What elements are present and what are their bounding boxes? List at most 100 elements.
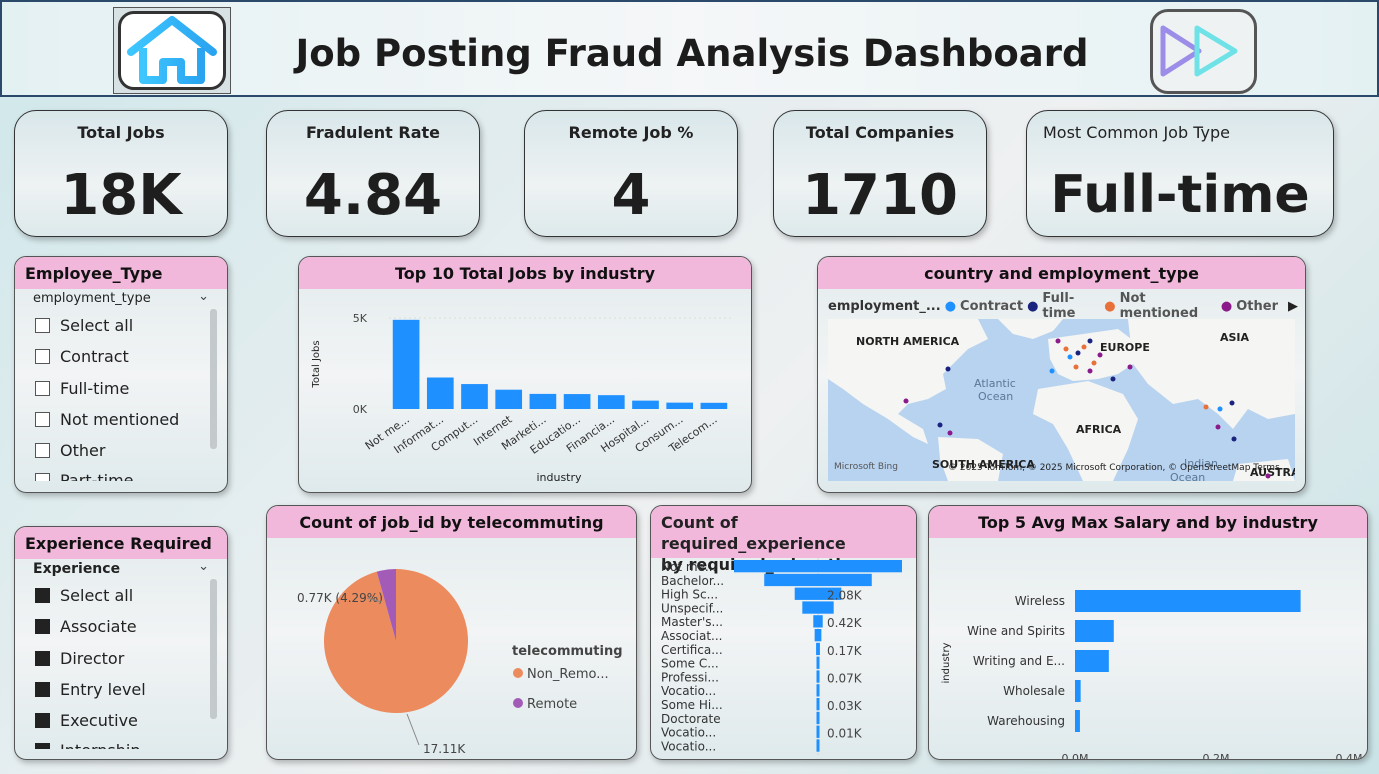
legend-label: Other (1236, 298, 1278, 314)
country-map-panel: country and employment_type employment_.… (817, 256, 1306, 493)
slicer-field-label: Experience (33, 561, 121, 577)
slicer-item-select-all[interactable]: Select all (35, 586, 133, 605)
data-label: (95.71%) (423, 759, 478, 760)
funnel-bar (816, 656, 820, 669)
kpi-value: 4.84 (303, 163, 443, 228)
checkbox[interactable] (35, 651, 50, 666)
slicer-item-part-time[interactable]: Part-time (35, 471, 134, 481)
data-label: 17.11K (423, 742, 466, 756)
checkbox[interactable] (35, 318, 50, 333)
slicer-clip: Part-time (15, 467, 227, 481)
checkbox[interactable] (35, 443, 50, 458)
data-label: 0.17K (827, 644, 863, 658)
funnel-bar (816, 725, 820, 738)
checkbox[interactable] (35, 619, 50, 634)
category-label: Some Hi... (661, 698, 723, 712)
funnel-bar (734, 560, 902, 573)
map-attribution: © 2025 TomTom, © 2025 Microsoft Corporat… (948, 463, 1280, 473)
data-label: 0.42K (827, 616, 863, 630)
slicer-item-internship[interactable]: Internship (35, 741, 141, 749)
slicer-item-entry-level[interactable]: Entry level (35, 680, 146, 699)
checkbox[interactable] (35, 588, 50, 603)
kpi-value: 1710 (802, 163, 958, 228)
slicer-clip: Internship (15, 737, 227, 749)
checkbox[interactable] (35, 412, 50, 427)
category-label: Warehousing (987, 714, 1065, 728)
kpi-label: Most Common Job Type (1043, 123, 1230, 142)
map-label: EUROPE (1100, 341, 1150, 354)
page-title: Job Posting Fraud Analysis Dashboard (295, 32, 1089, 75)
data-label: 0.01K (827, 727, 863, 741)
legend-dot (513, 698, 523, 708)
bar (495, 389, 523, 409)
legend-dot: ● (1104, 298, 1116, 314)
scrollbar[interactable] (210, 309, 217, 449)
slicer-item-not-mentioned[interactable]: Not mentioned (35, 410, 179, 429)
bar (700, 402, 728, 409)
next-page-button[interactable] (1150, 9, 1257, 94)
legend-dot: ● (1220, 298, 1233, 314)
chart-title: Top 10 Total Jobs by industry (299, 257, 751, 289)
home-button[interactable] (113, 7, 231, 94)
checkbox[interactable] (35, 682, 50, 697)
data-label: 0.77K (4.29%) (297, 591, 383, 605)
map-label: Atlantic (974, 377, 1016, 390)
bar (426, 377, 454, 409)
checkbox[interactable] (35, 349, 50, 364)
category-label: Some C... (661, 657, 719, 671)
category-label: Wireless (1015, 594, 1065, 608)
data-label: 0.07K (827, 671, 863, 685)
map-label: AFRICA (1076, 423, 1122, 436)
slicer-field-label: employment_type (33, 291, 151, 306)
bar (1075, 650, 1109, 672)
chart-title-line: Count of required_experience (661, 513, 846, 553)
checkbox[interactable] (35, 713, 50, 728)
checkbox[interactable] (35, 473, 50, 481)
slicer-item-label: Select all (60, 316, 134, 335)
category-label: Bachelor... (661, 574, 724, 588)
legend-dot: ● (944, 298, 957, 314)
slicer-item-label: Director (60, 649, 125, 668)
slicer-item-associate[interactable]: Associate (35, 617, 137, 636)
scrollbar[interactable] (210, 579, 217, 719)
slicer-item-label: Full-time (60, 379, 130, 398)
slicer-item-select-all[interactable]: Select all (35, 316, 133, 335)
checkbox[interactable] (35, 743, 50, 749)
category-label: High Sc... (661, 588, 718, 602)
chart-title: Count of required_experience by required… (651, 506, 916, 574)
chevron-down-icon[interactable]: ⌄ (198, 559, 209, 574)
funnel-bar (816, 698, 820, 711)
funnel-bar (816, 711, 820, 725)
data-label: 0.03K (827, 699, 863, 713)
y-tick-label: 0K (353, 403, 368, 416)
slicer-item-contract[interactable]: Contract (35, 347, 129, 366)
bar (392, 319, 420, 409)
slicer-item-label: Executive (60, 711, 138, 730)
slicer-item-other[interactable]: Other (35, 441, 105, 460)
bar (1075, 620, 1114, 642)
category-label: Certifica... (661, 643, 723, 657)
kpi-label: Total Companies (805, 123, 955, 142)
salary-bar-panel: Top 5 Avg Max Salary and by industry 0.0… (928, 505, 1368, 760)
chevron-down-icon[interactable]: ⌄ (198, 289, 209, 304)
funnel-bar (764, 573, 872, 587)
legend-next-arrow-icon[interactable]: ▶ (1288, 299, 1298, 314)
slicer-title: Experience Required (15, 527, 227, 559)
map-label: ASIA (1220, 331, 1250, 344)
slicer-item-label: Select all (60, 586, 134, 605)
funnel-bar (802, 601, 834, 614)
category-label: Wholesale (1003, 684, 1065, 698)
slicer-item-label: Other (60, 441, 106, 460)
funnel-bar (816, 670, 820, 683)
telecommuting-pie-chart: 0.77K (4.29%) 17.11K (95.71%) telecommuting… (297, 569, 623, 760)
kpi-value: Full-time (1050, 165, 1310, 225)
slicer-item-director[interactable]: Director (35, 649, 124, 668)
bar (632, 400, 659, 409)
category-label: Wine and Spirits (967, 624, 1065, 638)
slicer-item-label: Part-time (60, 471, 134, 481)
world-map[interactable]: NORTH AMERICA EUROPE ASIA AFRICA SOUTH A… (828, 319, 1295, 481)
checkbox[interactable] (35, 381, 50, 396)
slicer-item-executive[interactable]: Executive (35, 711, 138, 730)
slicer-item-full-time[interactable]: Full-time (35, 379, 129, 398)
slicer-title: Employee_Type (15, 257, 227, 289)
